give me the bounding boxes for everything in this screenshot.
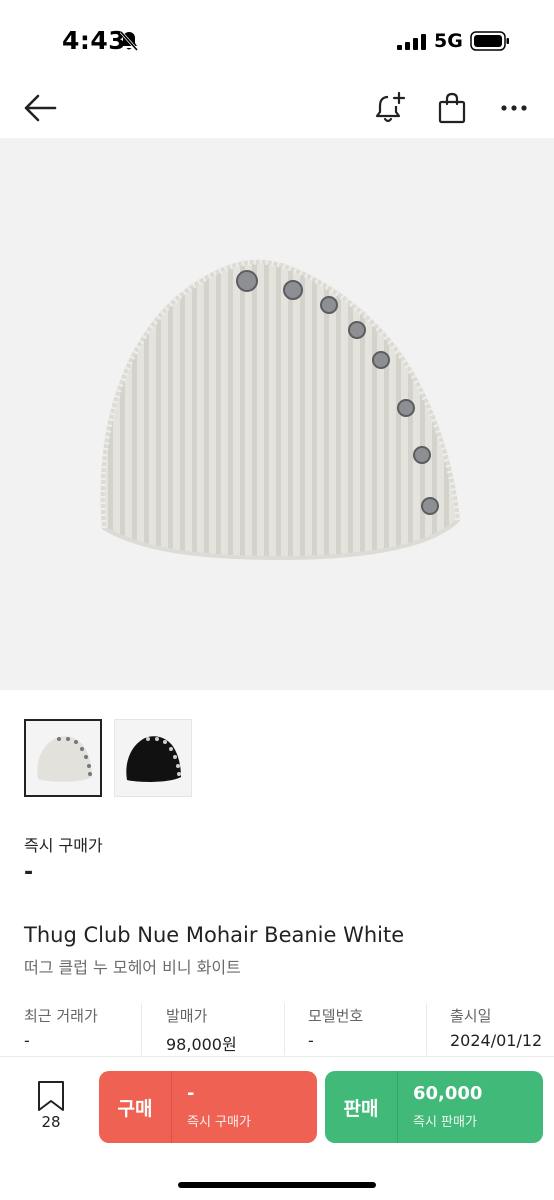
back-arrow-icon bbox=[24, 94, 57, 122]
info-key: 발매가 bbox=[166, 1007, 208, 1025]
bottom-action-bar: 28 구매 - 즉시 구매가 판매 60,000 즉시 판매가 bbox=[0, 1057, 554, 1200]
divider bbox=[171, 1071, 172, 1143]
thumbnail-2[interactable] bbox=[114, 719, 192, 797]
thumbnail-1[interactable] bbox=[24, 719, 102, 797]
info-value: 2024/01/12 bbox=[450, 1031, 543, 1050]
product-image[interactable] bbox=[0, 138, 554, 690]
divider bbox=[397, 1071, 398, 1143]
cellular-signal-icon bbox=[397, 34, 426, 50]
instant-buy-price-label: 즉시 구매가 bbox=[24, 836, 103, 855]
product-info-row: 최근 거래가 - 발매가 98,000원 모델번호 - 출시일 2024/01/… bbox=[0, 1003, 554, 1055]
info-model-number: 모델번호 - bbox=[284, 1003, 426, 1055]
info-value: 98,000원 bbox=[166, 1035, 237, 1054]
home-indicator[interactable] bbox=[178, 1182, 376, 1188]
buy-button[interactable]: 구매 - 즉시 구매가 bbox=[99, 1071, 317, 1143]
info-release-date: 출시일 2024/01/12 bbox=[426, 1003, 554, 1055]
nav-bar bbox=[0, 80, 554, 138]
buy-price: - bbox=[187, 1083, 195, 1104]
back-button[interactable] bbox=[20, 88, 60, 128]
product-title: Thug Club Nue Mohair Beanie White bbox=[24, 923, 405, 947]
info-key: 최근 거래가 bbox=[24, 1007, 98, 1025]
bell-slash-icon bbox=[119, 31, 139, 51]
sell-price-label: 즉시 판매가 bbox=[413, 1115, 477, 1130]
bell-plus-icon bbox=[375, 91, 406, 123]
buy-price-label: 즉시 구매가 bbox=[187, 1115, 251, 1130]
black-beanie-thumbnail bbox=[126, 736, 181, 782]
bookmark-icon bbox=[38, 1081, 64, 1111]
wishlist-count: 28 bbox=[41, 1113, 61, 1131]
white-beanie-thumbnail bbox=[37, 736, 92, 782]
info-key: 출시일 bbox=[450, 1007, 492, 1025]
sell-label: 판매 bbox=[343, 1097, 379, 1120]
status-time: 4:43 bbox=[62, 26, 127, 55]
sell-button[interactable]: 판매 60,000 즉시 판매가 bbox=[325, 1071, 543, 1143]
info-key: 모델번호 bbox=[308, 1007, 364, 1025]
network-type: 5G bbox=[434, 30, 463, 52]
more-options-button[interactable] bbox=[494, 88, 534, 128]
status-bar: 4:43 5G bbox=[0, 0, 554, 80]
product-subtitle: 떠그 클럽 누 모헤어 비니 화이트 bbox=[24, 958, 241, 977]
info-release-price: 발매가 98,000원 bbox=[141, 1003, 284, 1055]
instant-buy-price-value: - bbox=[24, 860, 34, 885]
sell-price: 60,000 bbox=[413, 1083, 483, 1104]
wishlist-button[interactable]: 28 bbox=[30, 1081, 72, 1137]
more-icon bbox=[501, 105, 527, 111]
info-value: - bbox=[308, 1031, 314, 1050]
info-value: - bbox=[24, 1031, 30, 1050]
shopping-bag-icon bbox=[438, 92, 466, 124]
buy-label: 구매 bbox=[117, 1097, 153, 1120]
price-alert-button[interactable] bbox=[370, 88, 410, 128]
info-recent-trade: 최근 거래가 - bbox=[0, 1003, 141, 1055]
shopping-bag-button[interactable] bbox=[432, 88, 472, 128]
battery-icon bbox=[470, 31, 509, 51]
white-mohair-beanie-image bbox=[99, 258, 461, 561]
